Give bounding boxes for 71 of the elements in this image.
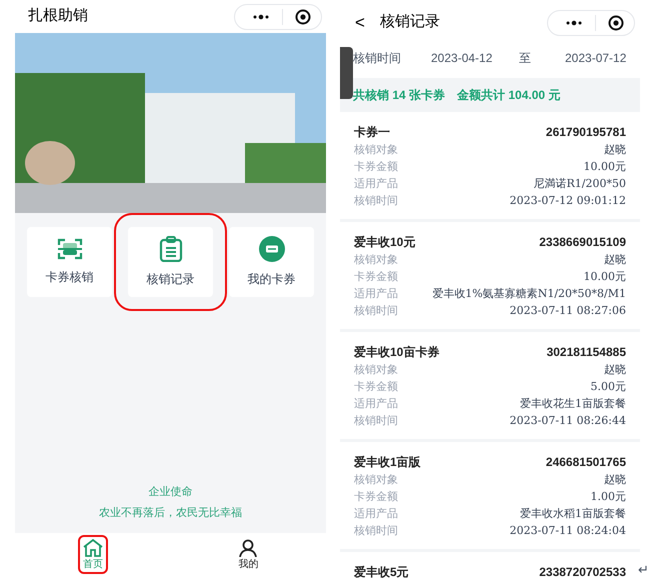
field-value: 赵晓 <box>604 472 626 488</box>
field-value: 赵晓 <box>604 362 626 378</box>
voucher-code: 261790195781 <box>546 124 626 141</box>
voucher-name: 爱丰收1亩版 <box>354 454 421 471</box>
app-title: 扎根助销 <box>28 6 88 26</box>
field-label: 核销时间 <box>354 413 398 430</box>
voucher-count: 共核销 14 张卡券 <box>353 87 446 104</box>
total-amount: 金额共计 104.00 元 <box>457 87 560 104</box>
side-handle[interactable] <box>340 47 353 99</box>
menu-card[interactable]: 核销记录 <box>128 227 213 297</box>
user-icon <box>238 539 258 557</box>
back-button[interactable]: < <box>350 10 370 36</box>
field-value: 爱丰收花生1亩版套餐 <box>520 396 626 412</box>
voucher-name: 卡券一 <box>354 124 390 141</box>
date-separator: 至 <box>519 50 532 67</box>
field-label: 核销时间 <box>354 523 398 540</box>
field-label: 核销对象 <box>354 362 398 378</box>
field-label: 核销对象 <box>354 142 398 158</box>
field-value: 赵晓 <box>604 252 626 268</box>
field-value: 5.00元 <box>590 379 626 396</box>
field-value: 2023-07-11 08:26:44 <box>510 413 626 430</box>
field-value: 2023-07-11 08:24:04 <box>510 523 626 540</box>
field-value: 10.00元 <box>584 159 626 176</box>
return-mark: ↵ <box>638 561 649 579</box>
end-date[interactable]: 2023-07-12 <box>565 49 626 67</box>
voucher-name: 爱丰收10元 <box>354 234 416 251</box>
voucher-code: 246681501765 <box>546 454 626 471</box>
field-value: 2023-07-11 08:27:06 <box>510 303 626 320</box>
tab-item[interactable]: 我的 <box>235 537 262 572</box>
field-value: 赵晓 <box>604 142 626 158</box>
field-label: 卡券金额 <box>354 159 398 176</box>
field-value: 2023-07-12 09:01:12 <box>510 193 626 210</box>
filter-label: 核销时间 <box>353 50 402 67</box>
close-icon[interactable] <box>608 14 624 30</box>
voucher-name: 爱丰收10亩卡券 <box>354 344 440 361</box>
mission-text: 农业不再落后，农民无比幸福 <box>99 504 242 520</box>
field-label: 核销时间 <box>354 193 398 210</box>
page-title: 核销记录 <box>380 12 440 32</box>
menu-card[interactable]: 我的卡券 <box>229 227 314 297</box>
field-value: 爱丰收1%氨基寡糖素N1/20*50*8/M1 <box>432 286 626 302</box>
more-icon[interactable] <box>566 20 582 26</box>
start-date[interactable]: 2023-04-12 <box>431 49 519 67</box>
field-label: 卡券金额 <box>354 379 398 396</box>
voucher-name: 爱丰收5元 <box>354 564 409 581</box>
field-label: 核销时间 <box>354 303 398 320</box>
ticket-icon <box>258 236 284 262</box>
tab-item[interactable]: 首页 <box>80 537 106 572</box>
scanner-icon <box>56 238 82 260</box>
field-value: 尼満诺R1/200*50 <box>534 176 626 192</box>
field-label: 适用产品 <box>354 396 398 412</box>
field-label: 适用产品 <box>354 176 398 192</box>
field-label: 卡券金额 <box>354 489 398 506</box>
field-value: 10.00元 <box>584 269 626 286</box>
voucher-code: 302181154885 <box>546 344 626 361</box>
voucher-code: 2338720702533 <box>539 564 626 581</box>
field-label: 适用产品 <box>354 286 398 302</box>
close-icon[interactable] <box>295 8 311 24</box>
field-label: 核销对象 <box>354 252 398 268</box>
field-label: 核销对象 <box>354 472 398 488</box>
clipboard-icon <box>158 236 184 262</box>
field-value: 1.00元 <box>590 489 626 506</box>
capsule-menu[interactable] <box>234 4 322 30</box>
home-icon <box>82 539 103 557</box>
field-label: 卡券金额 <box>354 269 398 286</box>
menu-card[interactable]: 卡券核销 <box>27 227 112 297</box>
more-icon[interactable] <box>253 14 269 20</box>
capsule-menu[interactable] <box>547 10 635 36</box>
mission-heading: 企业使命 <box>148 484 192 500</box>
field-label: 适用产品 <box>354 506 398 522</box>
field-value: 爱丰收水稻1亩版套餐 <box>520 506 626 522</box>
voucher-code: 2338669015109 <box>539 234 626 251</box>
